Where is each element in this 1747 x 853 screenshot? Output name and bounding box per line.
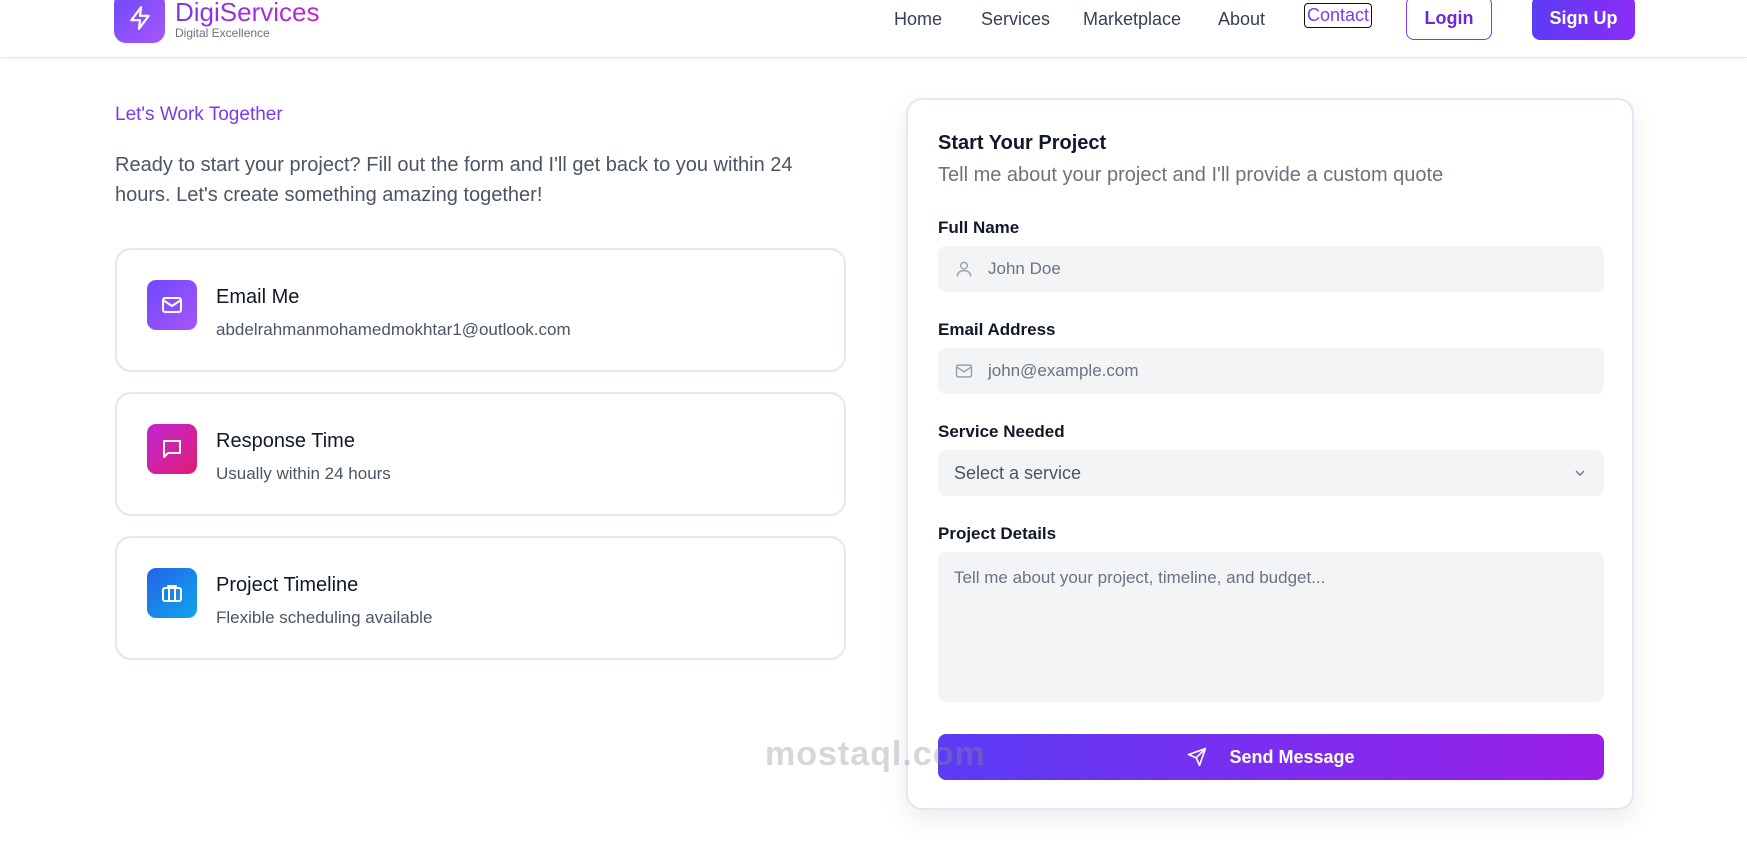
send-icon bbox=[1188, 747, 1207, 767]
brand[interactable]: DigiServices Digital Excellence bbox=[175, 0, 320, 40]
service-selected-value: Select a service bbox=[954, 463, 1082, 483]
info-title: Email Me bbox=[216, 286, 300, 308]
email-placeholder: john@example.com bbox=[988, 361, 1139, 380]
watermark: mostaql.com bbox=[765, 735, 986, 773]
details-label: Project Details bbox=[938, 524, 1057, 543]
nav-home[interactable]: Home bbox=[894, 9, 942, 30]
briefcase-icon bbox=[162, 585, 182, 602]
email-label: Email Address bbox=[938, 320, 1056, 339]
nav-about[interactable]: About bbox=[1218, 9, 1265, 30]
user-icon bbox=[956, 261, 972, 277]
brand-tagline: Digital Excellence bbox=[175, 26, 270, 40]
info-title: Response Time bbox=[216, 430, 355, 452]
mail-icon bbox=[955, 364, 973, 378]
info-card-timeline: Project Timeline Flexible scheduling ava… bbox=[115, 536, 846, 660]
nav-contact[interactable]: Contact bbox=[1304, 3, 1373, 28]
full-name-label: Full Name bbox=[938, 218, 1020, 237]
info-card-response: Response Time Usually within 24 hours bbox=[115, 392, 846, 516]
send-message-button[interactable]: Send Message bbox=[938, 734, 1604, 780]
signup-button[interactable]: Sign Up bbox=[1532, 0, 1635, 40]
logo[interactable] bbox=[114, 0, 165, 43]
brand-name: DigiServices bbox=[175, 0, 320, 27]
mail-icon-badge bbox=[147, 280, 197, 330]
top-navbar: DigiServices Digital Excellence Home Ser… bbox=[0, 0, 1747, 58]
info-subtitle: Flexible scheduling available bbox=[216, 608, 433, 627]
full-name-placeholder: John Doe bbox=[988, 259, 1061, 278]
service-select[interactable]: Select a service bbox=[938, 450, 1604, 496]
section-eyebrow: Let's Work Together bbox=[115, 104, 283, 125]
form-subtitle: Tell me about your project and I'll prov… bbox=[938, 164, 1444, 186]
message-icon-badge bbox=[147, 424, 197, 474]
send-message-label: Send Message bbox=[1229, 746, 1355, 767]
info-subtitle[interactable]: abdelrahmanmohamedmokhtar1@outlook.com bbox=[216, 320, 571, 340]
service-label: Service Needed bbox=[938, 422, 1065, 441]
lightning-icon bbox=[129, 5, 150, 30]
info-subtitle: Usually within 24 hours bbox=[216, 464, 391, 483]
details-textarea[interactable]: Tell me about your project, timeline, an… bbox=[938, 552, 1604, 702]
nav-marketplace[interactable]: Marketplace bbox=[1083, 9, 1181, 30]
full-name-input[interactable]: John Doe bbox=[938, 246, 1604, 292]
briefcase-icon-badge bbox=[147, 568, 197, 618]
form-title: Start Your Project bbox=[938, 132, 1107, 154]
email-input[interactable]: john@example.com bbox=[938, 348, 1604, 394]
mail-icon bbox=[162, 297, 182, 313]
info-title: Project Timeline bbox=[216, 574, 359, 596]
nav-services[interactable]: Services bbox=[981, 9, 1050, 30]
message-square-icon bbox=[163, 440, 181, 458]
info-card-email: Email Me abdelrahmanmohamedmokhtar1@outl… bbox=[115, 248, 846, 372]
details-placeholder: Tell me about your project, timeline, an… bbox=[954, 568, 1326, 587]
contact-form-card: Start Your Project Tell me about your pr… bbox=[906, 98, 1634, 810]
chevron-down-icon bbox=[1575, 470, 1585, 476]
login-button[interactable]: Login bbox=[1406, 0, 1492, 40]
intro-text: Ready to start your project? Fill out th… bbox=[115, 154, 793, 206]
